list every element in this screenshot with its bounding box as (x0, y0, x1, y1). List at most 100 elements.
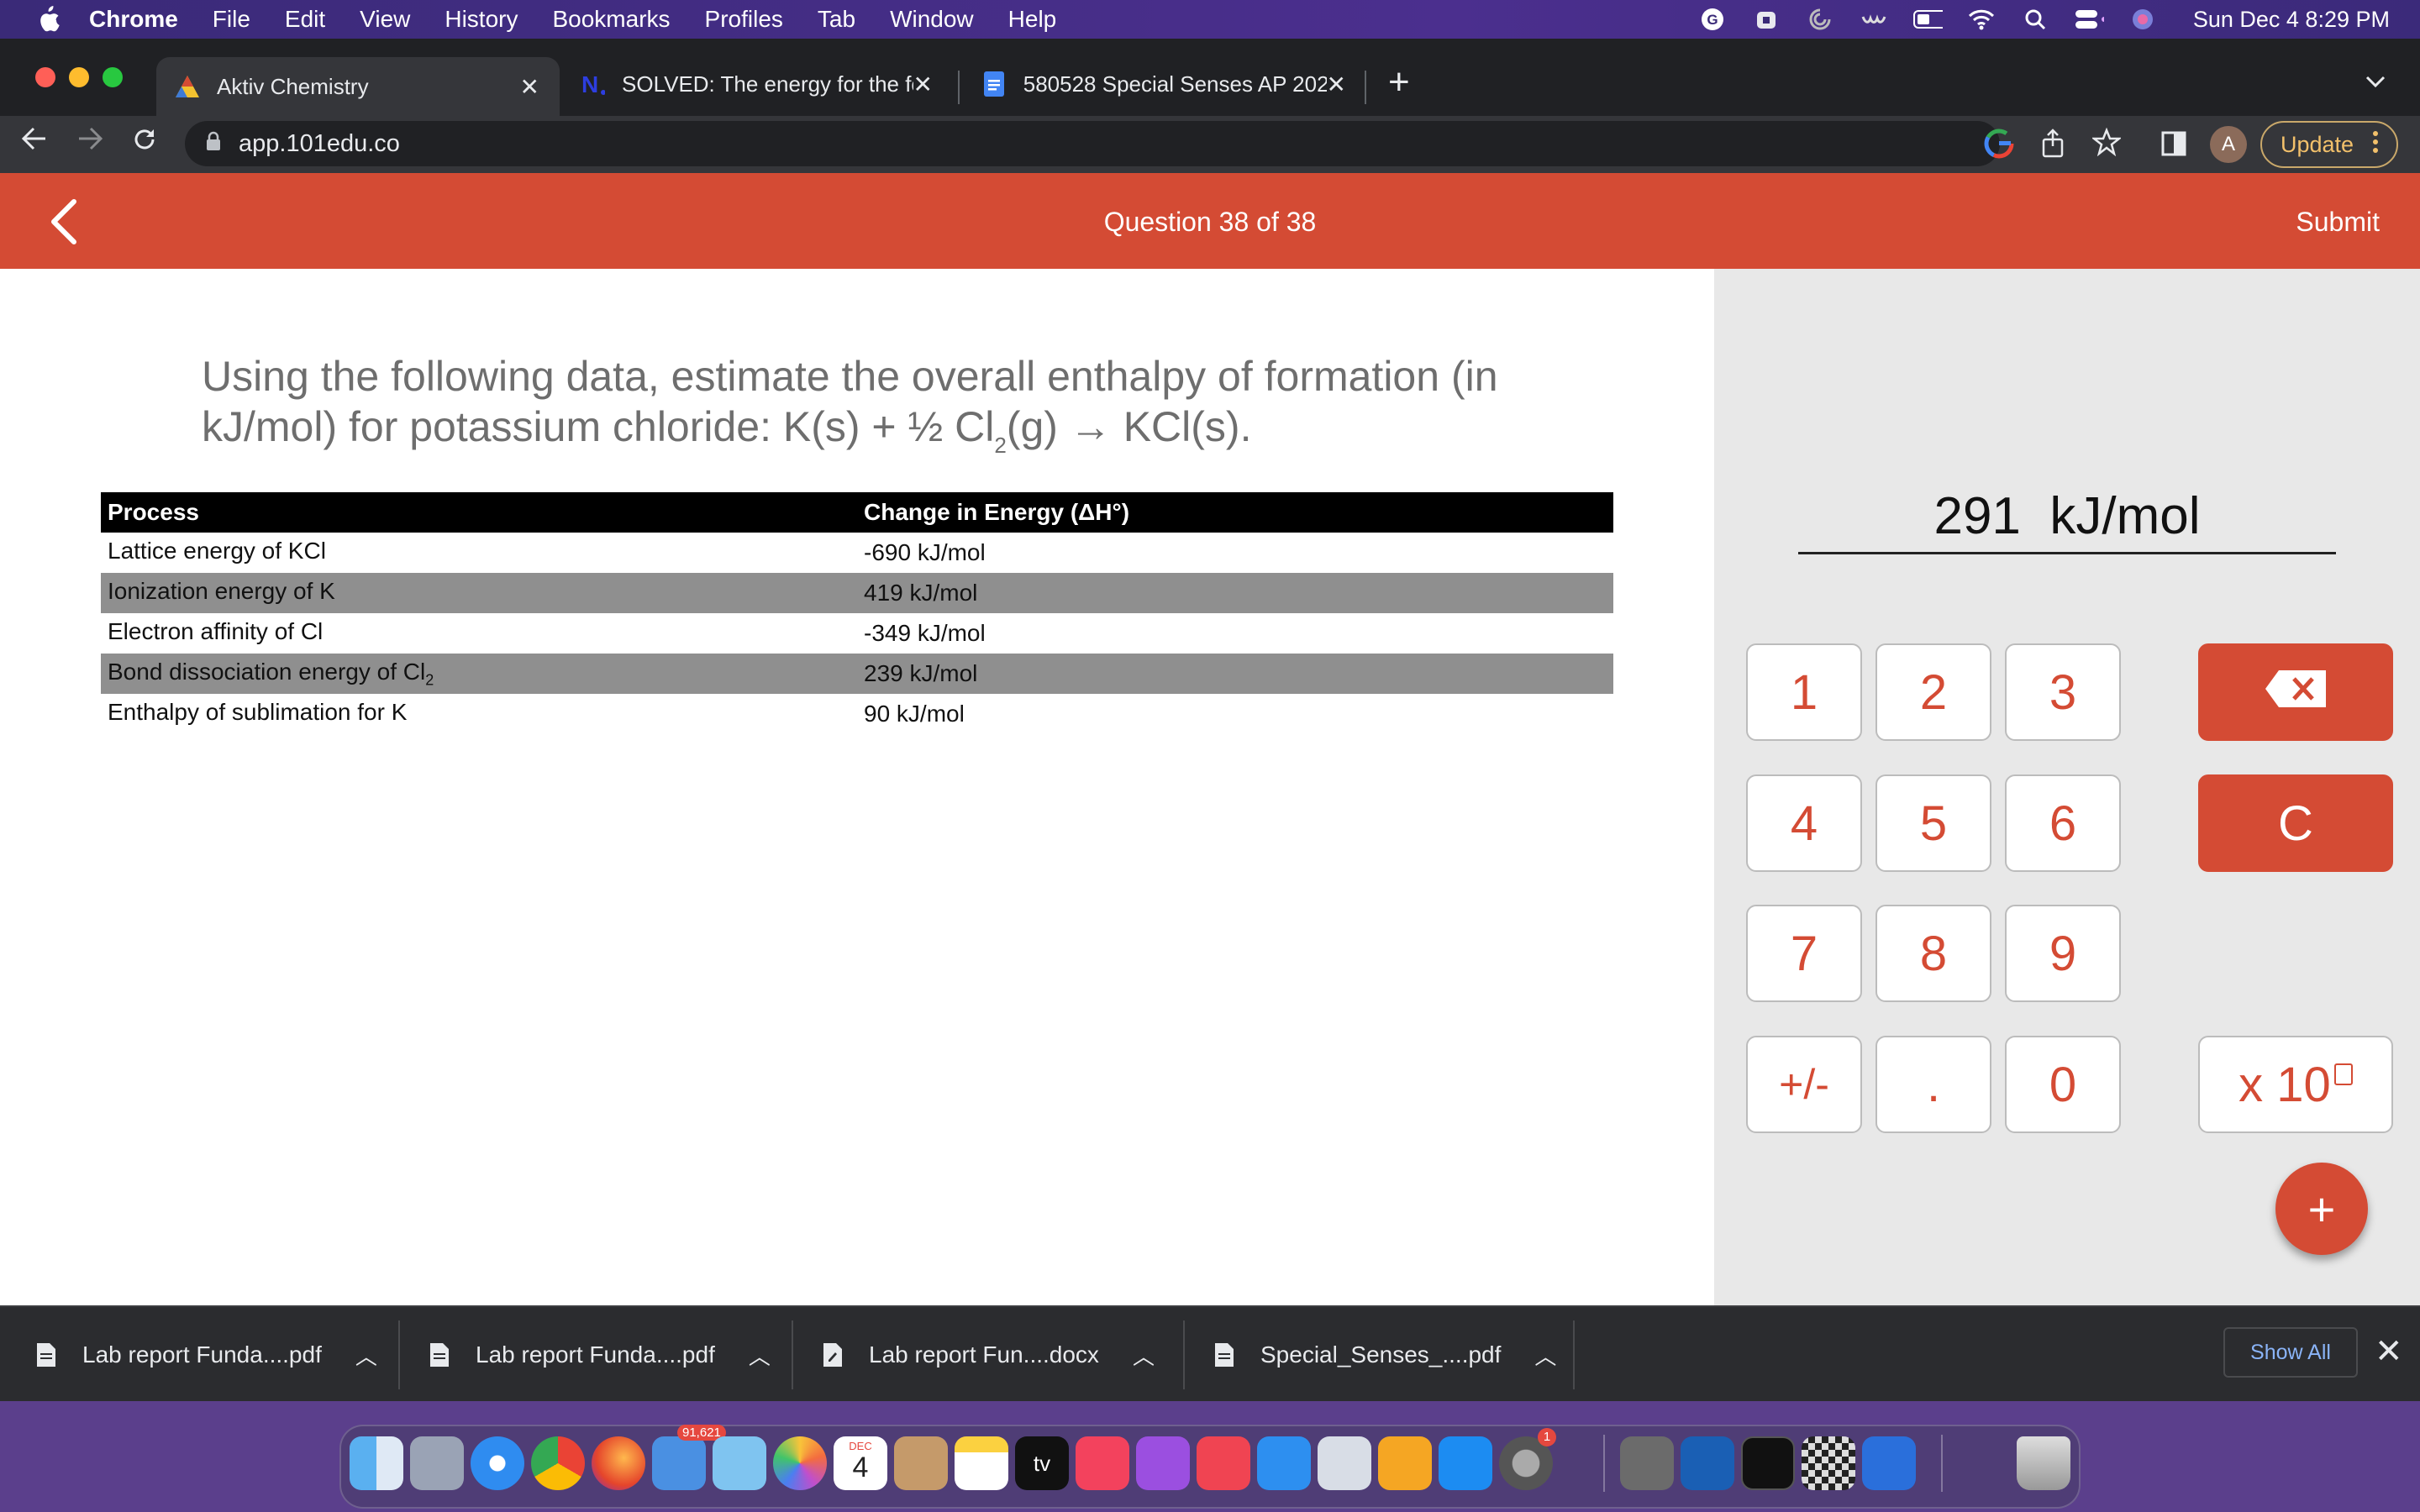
control-center-icon[interactable] (2074, 7, 2104, 32)
submit-button[interactable]: Submit (2296, 207, 2380, 238)
finder-icon[interactable] (350, 1436, 403, 1490)
menu-tab[interactable]: Tab (818, 6, 855, 33)
close-tab-icon[interactable]: ✕ (520, 73, 539, 101)
wifi-icon[interactable] (1966, 7, 1996, 32)
apple-tv-icon[interactable]: tv (1015, 1436, 1069, 1490)
process-label: Lattice energy of KCl (108, 537, 326, 564)
backspace-icon (2264, 664, 2328, 721)
key-3[interactable]: 3 (2005, 643, 2121, 741)
exponent-button[interactable]: x 10 (2198, 1036, 2393, 1133)
menu-clock[interactable]: Sun Dec 4 8:29 PM (2193, 7, 2390, 33)
answer-display[interactable]: 291 kJ/mol (1798, 479, 2336, 554)
menu-edit[interactable]: Edit (285, 6, 325, 33)
back-arrow-icon[interactable] (20, 126, 49, 159)
key-1[interactable]: 1 (1746, 643, 1862, 741)
apple-icon[interactable] (35, 5, 60, 34)
key-8[interactable]: 8 (1876, 905, 1991, 1002)
lock-icon[interactable] (205, 130, 222, 158)
terminal-icon[interactable] (1741, 1436, 1795, 1490)
chevron-up-icon[interactable]: ︿ (355, 1340, 377, 1371)
key-7[interactable]: 7 (1746, 905, 1862, 1002)
tab-special-senses[interactable]: 580528 Special Senses AP 202 ✕ (963, 57, 1366, 111)
music-icon[interactable] (1076, 1436, 1129, 1490)
swirl-icon[interactable] (1805, 7, 1835, 32)
address-bar[interactable]: app.101edu.co (185, 121, 2000, 166)
webex-icon[interactable] (1681, 1436, 1734, 1490)
key-decimal[interactable]: . (1876, 1036, 1991, 1133)
app-store-icon[interactable] (1439, 1436, 1492, 1490)
close-shelf-icon[interactable]: ✕ (2375, 1332, 2403, 1371)
trash-icon[interactable] (2017, 1436, 2070, 1490)
preview-icon[interactable] (1318, 1436, 1371, 1490)
battery-icon[interactable] (1912, 7, 1943, 32)
show-all-button[interactable]: Show All (2223, 1327, 2358, 1378)
keynote-icon[interactable] (1257, 1436, 1311, 1490)
lock-app-dock-icon[interactable] (1862, 1436, 1916, 1490)
siri-icon[interactable] (2128, 7, 2158, 32)
zoom-window-button[interactable] (103, 67, 123, 87)
tab-search-chevron-icon[interactable] (2365, 74, 2386, 93)
download-item[interactable]: Lab report Fun....docx ︿ (786, 1307, 1155, 1403)
chess-icon[interactable] (1802, 1436, 1855, 1490)
close-tab-icon[interactable]: ✕ (1327, 71, 1346, 98)
key-0[interactable]: 0 (2005, 1036, 2121, 1133)
podcasts-icon[interactable] (1136, 1436, 1190, 1490)
chrome-icon[interactable] (531, 1436, 585, 1490)
notes-icon[interactable] (955, 1436, 1008, 1490)
more-vertical-icon[interactable] (2372, 130, 2379, 160)
share-icon[interactable] (2040, 128, 2065, 162)
mail-icon[interactable]: 91,621 (652, 1425, 726, 1490)
add-fab-button[interactable]: + (2275, 1163, 2368, 1255)
key-5[interactable]: 5 (1876, 774, 1991, 872)
menu-app-name[interactable]: Chrome (89, 6, 178, 33)
key-9[interactable]: 9 (2005, 905, 2121, 1002)
reload-icon[interactable] (131, 126, 158, 160)
maps-icon[interactable] (713, 1436, 766, 1490)
bookmark-star-icon[interactable] (2091, 127, 2123, 160)
menu-file[interactable]: File (213, 6, 250, 33)
contacts-icon[interactable] (894, 1436, 948, 1490)
key-6[interactable]: 6 (2005, 774, 2121, 872)
download-item[interactable]: Lab report Funda....pdf ︿ (393, 1307, 771, 1403)
update-button[interactable]: Update (2260, 121, 2398, 168)
chevron-up-icon[interactable]: ︿ (1534, 1340, 1556, 1371)
menu-profiles[interactable]: Profiles (705, 6, 783, 33)
menu-window[interactable]: Window (890, 6, 974, 33)
forward-arrow-icon[interactable] (76, 126, 104, 159)
new-tab-icon[interactable]: + (1388, 64, 1410, 101)
backspace-button[interactable] (2198, 643, 2393, 741)
menu-bookmarks[interactable]: Bookmarks (552, 6, 670, 33)
chevron-up-icon[interactable]: ︿ (1133, 1340, 1155, 1371)
google-icon[interactable] (1983, 128, 2015, 164)
cloud-app-icon[interactable] (1859, 7, 1889, 32)
key-plus-minus[interactable]: +/- (1746, 1036, 1862, 1133)
lock-app-icon[interactable] (1751, 7, 1781, 32)
key-4[interactable]: 4 (1746, 774, 1862, 872)
grammarly-icon[interactable]: G (1697, 7, 1728, 32)
clear-button[interactable]: C (2198, 774, 2393, 872)
calculator-icon[interactable] (1620, 1436, 1674, 1490)
tab-numerade[interactable]: N SOLVED: The energy for the fol ✕ (561, 57, 953, 111)
menu-help[interactable]: Help (1008, 6, 1057, 33)
chevron-up-icon[interactable]: ︿ (749, 1340, 771, 1371)
side-panel-icon[interactable] (2161, 131, 2186, 160)
download-item[interactable]: Special_Senses_....pdf ︿ (1178, 1307, 1556, 1403)
minimize-window-button[interactable] (69, 67, 89, 87)
spotlight-icon[interactable] (2020, 7, 2050, 32)
pages-icon[interactable] (1378, 1436, 1432, 1490)
menu-history[interactable]: History (445, 6, 518, 33)
calendar-icon[interactable]: DEC 4 (834, 1436, 887, 1490)
system-settings-icon[interactable]: 1 (1499, 1428, 1556, 1490)
key-2[interactable]: 2 (1876, 643, 1991, 741)
close-tab-icon[interactable]: ✕ (913, 71, 933, 98)
close-window-button[interactable] (35, 67, 55, 87)
news-icon[interactable] (1197, 1436, 1250, 1490)
profile-avatar[interactable]: A (2210, 126, 2247, 163)
firefox-icon[interactable] (592, 1436, 645, 1490)
safari-icon[interactable] (471, 1436, 524, 1490)
tab-aktiv-chemistry[interactable]: Aktiv Chemistry ✕ (156, 57, 560, 116)
photos-icon[interactable] (773, 1436, 827, 1490)
download-item[interactable]: Lab report Funda....pdf ︿ (0, 1307, 377, 1403)
launchpad-icon[interactable] (410, 1436, 464, 1490)
menu-view[interactable]: View (360, 6, 410, 33)
